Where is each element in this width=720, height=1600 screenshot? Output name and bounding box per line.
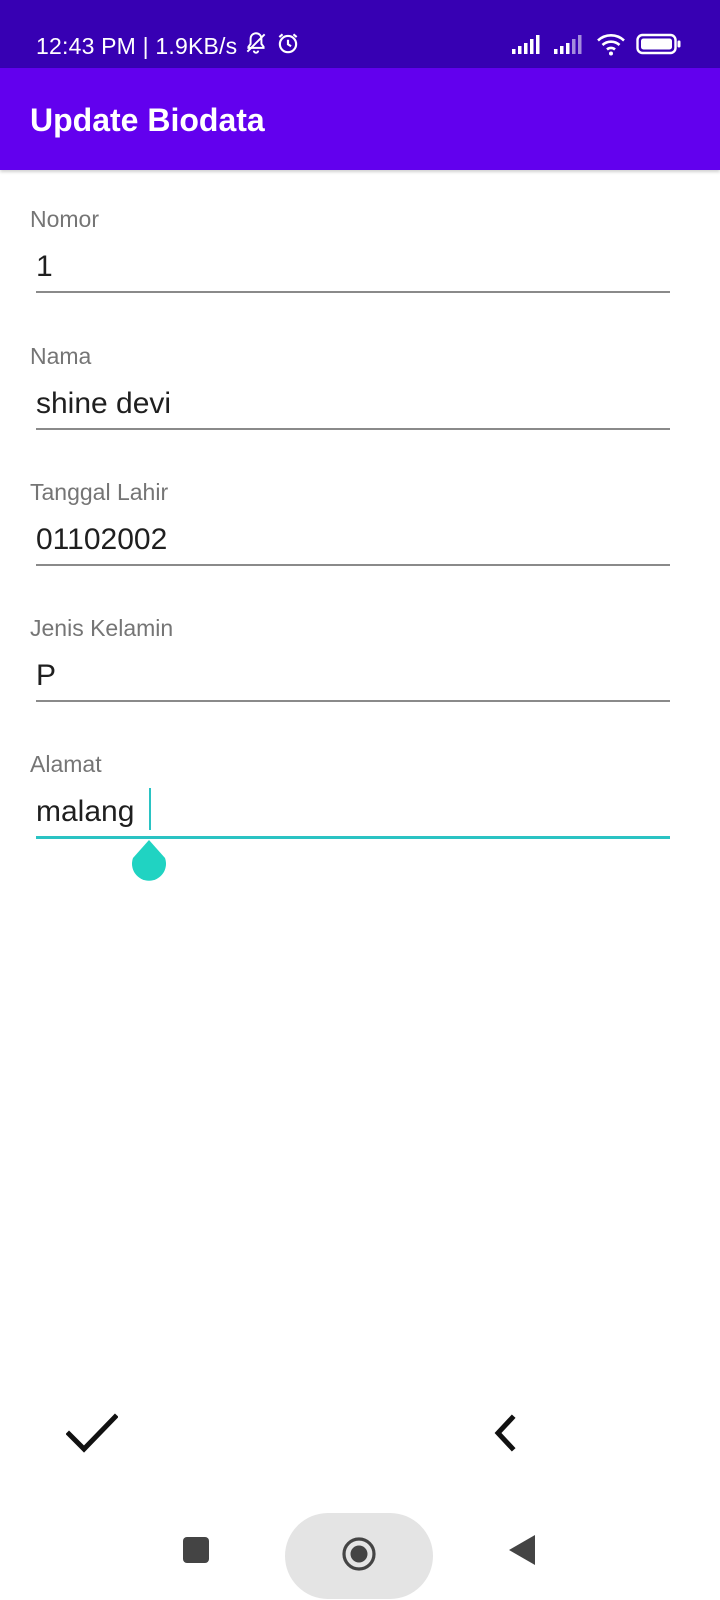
nomor-label: Nomor (30, 206, 100, 232)
nama-input[interactable] (36, 380, 670, 430)
jenis-kelamin-label: Jenis Kelamin (30, 615, 174, 641)
text-caret (149, 788, 151, 830)
status-right (502, 32, 682, 61)
battery-icon (636, 33, 682, 60)
save-button[interactable] (57, 1400, 127, 1470)
back-icon (507, 1534, 537, 1571)
field-nomor: Nomor (0, 205, 720, 325)
jenis-kelamin-input[interactable] (36, 652, 670, 702)
chevron-left-icon (492, 1413, 518, 1457)
field-nama: Nama (0, 342, 720, 462)
alamat-input[interactable] (36, 788, 670, 839)
nama-label: Nama (30, 343, 92, 369)
app-bar: Update Biodata (0, 68, 720, 170)
status-time-speed: 12:43 PM | 1.9KB/s (36, 33, 238, 59)
notifications-muted-icon (243, 30, 269, 62)
field-tanggal-lahir: Tanggal Lahir (0, 478, 720, 598)
status-left: 12:43 PM | 1.9KB/s (36, 30, 301, 62)
field-alamat: Alamat (0, 750, 720, 900)
home-icon (341, 1536, 377, 1577)
cell-signal-icon (554, 34, 586, 59)
alarm-icon (275, 30, 301, 62)
tanggal-lahir-input[interactable] (36, 516, 670, 566)
page-title: Update Biodata (30, 102, 265, 138)
tanggal-lahir-label: Tanggal Lahir (30, 479, 169, 505)
home-button[interactable] (285, 1513, 433, 1599)
wifi-icon (596, 32, 626, 61)
text-cursor-handle[interactable] (131, 840, 167, 884)
cell-signal-icon (512, 34, 544, 59)
recents-button[interactable] (176, 1532, 216, 1572)
system-back-button[interactable] (502, 1532, 542, 1572)
alamat-label: Alamat (30, 751, 102, 777)
back-button[interactable] (470, 1400, 540, 1470)
nomor-input[interactable] (36, 243, 670, 293)
checkmark-icon (65, 1412, 119, 1458)
system-nav-bar (0, 1500, 720, 1600)
field-jenis-kelamin: Jenis Kelamin (0, 614, 720, 734)
recents-icon (182, 1536, 210, 1569)
status-bar: 12:43 PM | 1.9KB/s (0, 0, 720, 68)
